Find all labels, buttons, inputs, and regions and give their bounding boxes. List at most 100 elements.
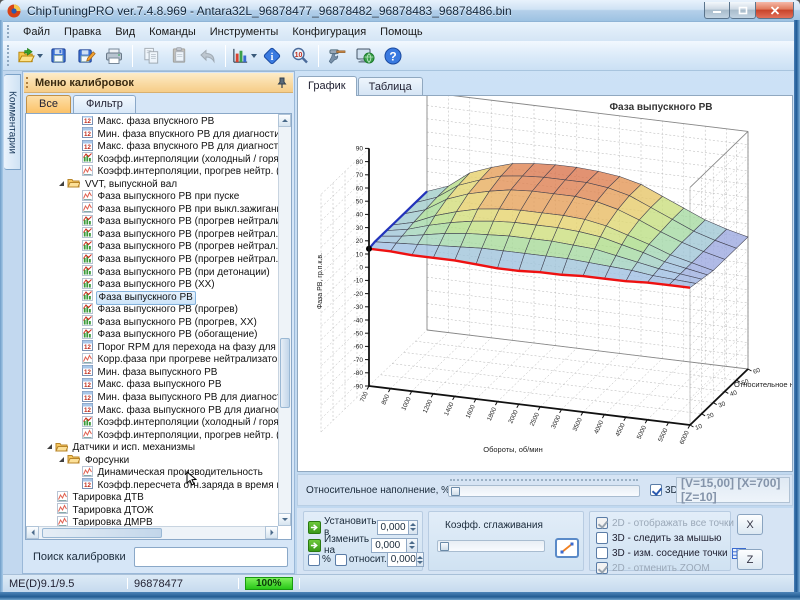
comments-tab[interactable]: Комментарии [4, 74, 21, 170]
expand-arrow-icon[interactable] [46, 442, 53, 455]
percent-checkbox[interactable] [308, 554, 320, 566]
online-button[interactable] [352, 43, 378, 69]
tree-item[interactable]: 12Макс. фаза впускного РВ [26, 116, 278, 129]
pin-icon[interactable] [277, 77, 287, 89]
info-button[interactable]: i [259, 43, 285, 69]
change-by-value[interactable]: 0,000 [371, 538, 407, 553]
tree-item[interactable]: Фаза выпускного РВ (прогрев нейтрал., ХХ… [26, 254, 278, 267]
chart-mode-button[interactable] [231, 43, 257, 69]
minimize-button[interactable] [704, 2, 730, 19]
menu-instruments[interactable]: Инструменты [203, 24, 286, 40]
tree-item[interactable]: Фаза выпускного РВ при пуске [26, 191, 278, 204]
tree-folder[interactable]: Датчики и исп. механизмы [26, 442, 278, 455]
tree-item[interactable]: Фаза выпускного РВ (прогрев нейтрал., ХХ… [26, 241, 278, 254]
tree-item[interactable]: 12Мин. фаза выпускного РВ для диагностик… [26, 392, 278, 405]
edit-curve-button[interactable] [555, 538, 579, 558]
tree-item[interactable]: Фаза выпускного РВ (прогрев нейтрализато… [26, 216, 278, 229]
tree-item[interactable]: Динамическая производительность [26, 467, 278, 480]
tree-item[interactable]: Фаза выпускного РВ при выкл.зажигания [26, 204, 278, 217]
surface-chart[interactable]: -90-80-70-60-50-40-30-20-100102030405060… [298, 96, 792, 471]
tree-item[interactable]: Фаза выпускного РВ (прогрев, ХХ) [26, 317, 278, 330]
apply-set-button[interactable] [308, 521, 321, 534]
help-button[interactable]: ? [380, 43, 406, 69]
x-axis-button[interactable]: X [737, 514, 763, 535]
tree-item[interactable]: 12Мин. фаза впускного РВ для диагностики [26, 129, 278, 142]
paste-button[interactable] [166, 43, 192, 69]
tools-button[interactable] [324, 43, 350, 69]
set-to-value[interactable]: 0,000 [377, 520, 409, 535]
tree-item[interactable]: 12Мин. фаза выпускного РВ [26, 367, 278, 380]
menu-file[interactable]: Файл [16, 24, 57, 40]
copy-button[interactable] [138, 43, 164, 69]
option-3d-follow-mouse-checkbox[interactable] [596, 532, 608, 544]
fill-slider-thumb[interactable] [451, 487, 460, 496]
scroll-left-button[interactable] [26, 526, 39, 539]
horizontal-scroll-thumb[interactable] [42, 528, 162, 538]
relative-value[interactable]: 0,000 [387, 552, 417, 567]
chart-mode-dropdown-arrow[interactable] [251, 54, 257, 58]
tab-graph[interactable]: График [297, 76, 357, 96]
scroll-down-button[interactable] [278, 513, 291, 526]
menu-commands[interactable]: Команды [142, 24, 203, 40]
tree-folder[interactable]: Форсунки [26, 455, 278, 468]
open-dropdown-arrow[interactable] [37, 54, 43, 58]
menu-edit[interactable]: Правка [57, 24, 108, 40]
option-2d-all-points-checkbox[interactable] [596, 517, 608, 529]
tree-item[interactable]: Корр.фаза при прогреве нейтрализатора [26, 354, 278, 367]
smoothing-slider[interactable] [437, 540, 545, 552]
tree-vertical-scrollbar[interactable] [278, 114, 291, 526]
menu-grip[interactable] [7, 25, 12, 38]
view-3d-checkbox[interactable] [650, 484, 662, 496]
change-by-spinner[interactable] [407, 538, 418, 553]
save-as-button[interactable] [73, 43, 99, 69]
tree-item[interactable]: Коэфф.интерполяции (холодный / горячий ) [26, 417, 278, 430]
tree-item[interactable]: Тарировка ДМРВ [26, 518, 278, 527]
tree-item[interactable]: Фаза выпускного РВ [26, 292, 278, 305]
tree-item[interactable]: Коэфф.интерполяции, прогрев нейтр. (холо… [26, 166, 278, 179]
fill-slider[interactable] [448, 485, 640, 497]
open-file-button[interactable] [17, 43, 43, 69]
tree-item[interactable]: Фаза выпускного РВ (ХХ) [26, 279, 278, 292]
save-button[interactable] [45, 43, 71, 69]
scroll-up-button[interactable] [278, 114, 291, 127]
relative-spinner[interactable] [417, 552, 424, 567]
expand-arrow-icon[interactable] [58, 179, 65, 192]
tree-item[interactable]: 12Макс. фаза впускного РВ для диагностик… [26, 141, 278, 154]
menu-configuration[interactable]: Конфигурация [285, 24, 373, 40]
tree-horizontal-scrollbar[interactable] [26, 526, 278, 539]
tab-all[interactable]: Все [26, 95, 71, 113]
tree-item[interactable]: 12Макс. фаза выпускного РВ для диагности… [26, 405, 278, 418]
tree-item[interactable]: Фаза выпускного РВ (при детонации) [26, 267, 278, 280]
scroll-right-button[interactable] [265, 526, 278, 539]
maximize-button[interactable] [730, 2, 756, 19]
set-to-spinner[interactable] [409, 520, 418, 535]
tree-folder[interactable]: VVT, выпускной вал [26, 179, 278, 192]
tree-item[interactable]: Фаза выпускного РВ (обогащение) [26, 329, 278, 342]
find-number-button[interactable]: 10 [287, 43, 313, 69]
svg-text:-60: -60 [354, 344, 364, 351]
tree-item[interactable]: Коэфф.интерполяции (холодный / горячий ) [26, 154, 278, 167]
tab-filter[interactable]: Фильтр [73, 95, 136, 113]
panel-grip[interactable] [26, 77, 31, 88]
vertical-scroll-thumb[interactable] [280, 338, 290, 408]
search-input[interactable] [134, 547, 288, 567]
menu-help[interactable]: Помощь [373, 24, 430, 40]
option-2d-cancel-zoom-checkbox[interactable] [596, 562, 608, 574]
tree-item[interactable]: Фаза выпускного РВ (прогрев) [26, 304, 278, 317]
toolbar-grip[interactable] [7, 45, 12, 65]
menu-view[interactable]: Вид [108, 24, 142, 40]
close-button[interactable] [756, 2, 794, 19]
tree-item[interactable]: 12Порог RPM для перехода на фазу для реж… [26, 342, 278, 355]
tree-item[interactable]: Фаза выпускного РВ (прогрев нейтрал., хо… [26, 229, 278, 242]
tree-item[interactable]: 12Макс. фаза выпускного РВ [26, 379, 278, 392]
apply-change-button[interactable] [308, 539, 321, 552]
title-bar[interactable]: ChipTuningPRO ver.7.4.8.969 - Antara32L_… [0, 0, 800, 22]
z-axis-button[interactable]: Z [737, 549, 763, 570]
tab-table[interactable]: Таблица [358, 77, 423, 96]
print-button[interactable] [101, 43, 127, 69]
undo-button[interactable] [194, 43, 220, 69]
option-3d-adjacent-points-checkbox[interactable] [596, 547, 608, 559]
relative-checkbox[interactable] [335, 554, 347, 566]
expand-arrow-icon[interactable] [58, 455, 65, 468]
smoothing-slider-thumb[interactable] [440, 542, 449, 551]
